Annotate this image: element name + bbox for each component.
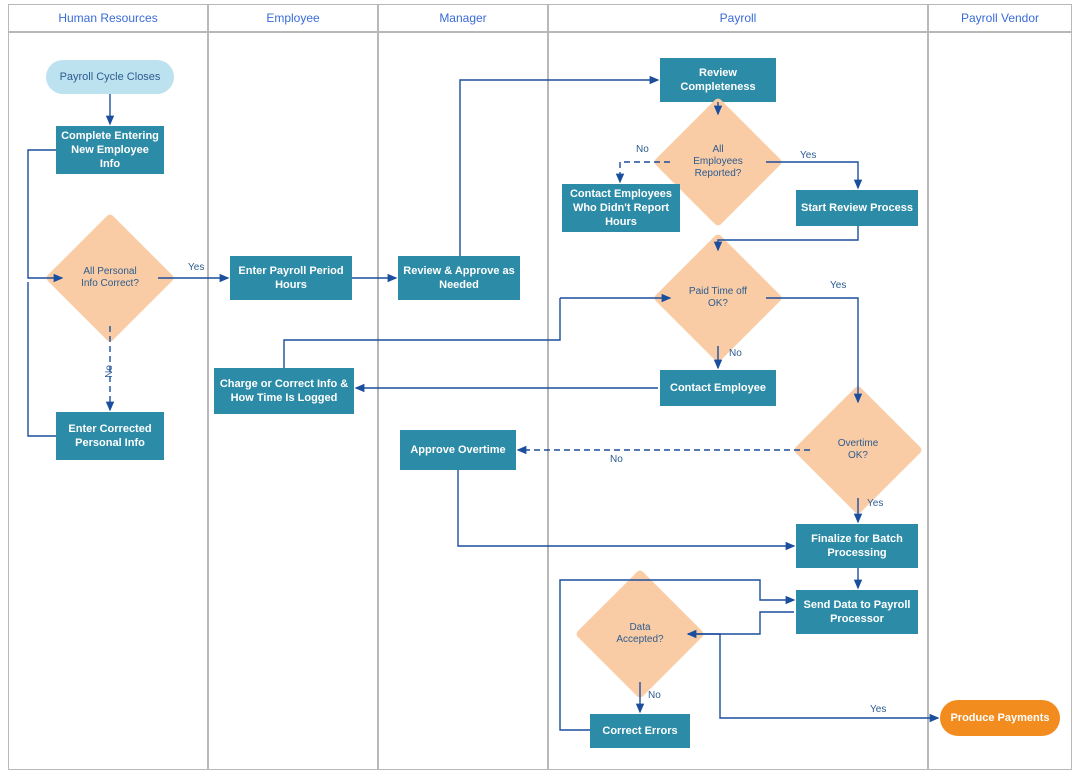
label-no-reported: No [636, 144, 649, 155]
label-yes-pto: Yes [830, 280, 846, 291]
process-contact-employee: Contact Employee [660, 370, 776, 406]
lane-header-vendor: Payroll Vendor [928, 4, 1072, 32]
decision-overtime-ok: Overtime OK? [812, 404, 904, 496]
lane-header-payroll: Payroll [548, 4, 928, 32]
label-no-data: No [648, 690, 661, 701]
process-charge-correct: Charge or Correct Info & How Time Is Log… [214, 368, 354, 414]
process-review-completeness: Review Completeness [660, 58, 776, 102]
process-enter-payroll-hours: Enter Payroll Period Hours [230, 256, 352, 300]
label-yes-reported: Yes [800, 150, 816, 161]
lane-header-employee: Employee [208, 4, 378, 32]
swimlane-flowchart: Human Resources Employee Manager Payroll… [0, 0, 1080, 774]
label-no-pto: No [729, 348, 742, 359]
process-contact-not-report: Contact Employees Who Didn't Report Hour… [562, 184, 680, 232]
label-yes-data: Yes [870, 704, 886, 715]
process-approve-overtime: Approve Overtime [400, 430, 516, 470]
lane-body-vendor [928, 32, 1072, 770]
decision-all-personal-correct: All Personal Info Correct? [64, 232, 156, 324]
process-correct-errors: Correct Errors [590, 714, 690, 748]
decision-data-accepted: Data Accepted? [594, 588, 686, 680]
lane-body-manager [378, 32, 548, 770]
start-payroll-cycle-closes: Payroll Cycle Closes [46, 60, 174, 94]
decision-paid-time-off: Paid Time off OK? [672, 252, 764, 344]
label-yes-overtime: Yes [867, 498, 883, 509]
lane-header-hr: Human Resources [8, 4, 208, 32]
label-yes-personal: Yes [188, 262, 204, 273]
label-no-overtime: No [610, 454, 623, 465]
process-review-approve: Review & Approve as Needed [398, 256, 520, 300]
process-complete-entering: Complete Entering New Employee Info [56, 126, 164, 174]
decision-all-employees-reported: All Employees Reported? [672, 116, 764, 208]
process-enter-corrected: Enter Corrected Personal Info [56, 412, 164, 460]
lane-header-manager: Manager [378, 4, 548, 32]
terminator-produce-payments: Produce Payments [940, 700, 1060, 736]
process-send-data: Send Data to Payroll Processor [796, 590, 918, 634]
process-start-review: Start Review Process [796, 190, 918, 226]
label-no-personal: No [104, 365, 115, 378]
process-finalize-batch: Finalize for Batch Processing [796, 524, 918, 568]
